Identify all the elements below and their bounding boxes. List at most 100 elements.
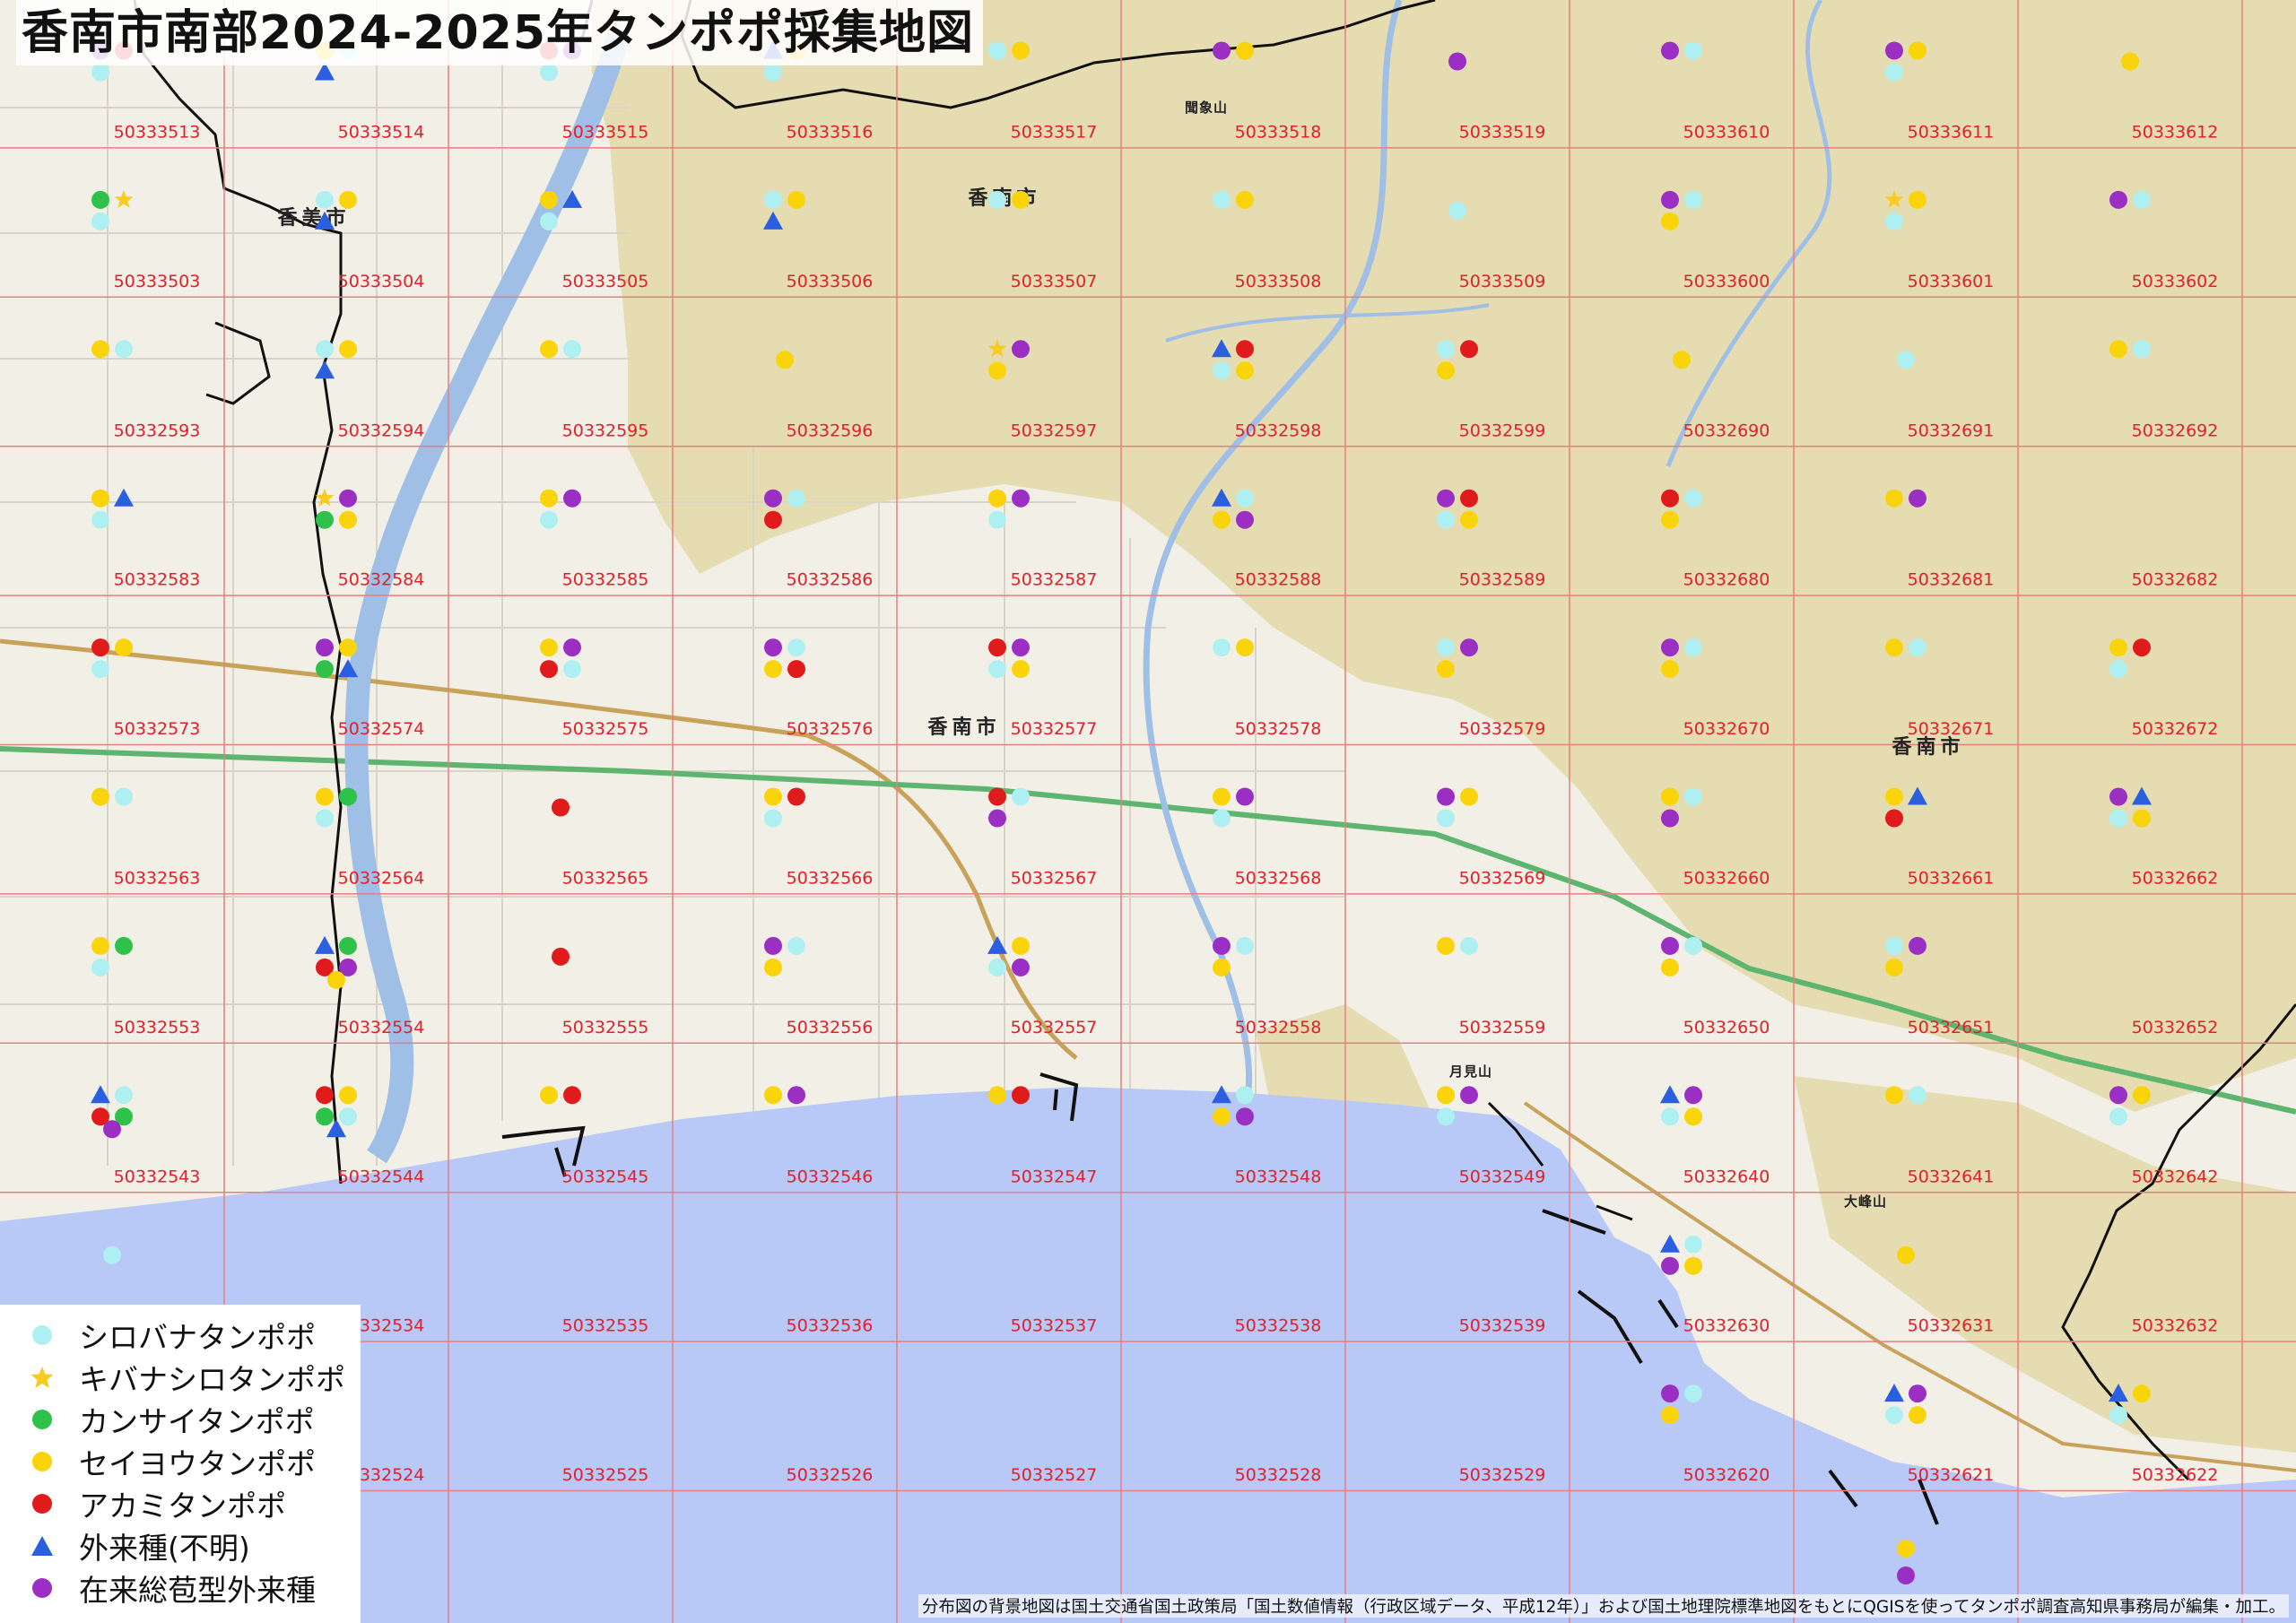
shirobana-marker: [91, 660, 109, 679]
zairai-soho-marker: [316, 638, 334, 657]
seiyou-marker: [91, 936, 109, 955]
mesh-code-label: 50332535: [562, 1316, 649, 1336]
seiyou-marker: [2121, 52, 2139, 71]
kansai-marker: [316, 1107, 334, 1126]
akami-marker: [91, 638, 109, 657]
seiyou-marker: [1460, 510, 1478, 529]
seiyou-marker: [1012, 936, 1030, 955]
seiyou-marker: [91, 787, 109, 806]
shirobana-marker: [1684, 1384, 1702, 1403]
zairai-soho-marker: [787, 1086, 805, 1105]
shirobana-marker: [1684, 41, 1702, 60]
seiyou-marker: [1661, 958, 1679, 976]
mesh-code-label: 50332596: [787, 421, 874, 440]
seiyou-marker: [2109, 638, 2127, 657]
zairai-soho-marker: [1885, 41, 1903, 60]
shirobana-marker: [115, 1086, 133, 1105]
seiyou-marker: [339, 638, 357, 657]
mesh-code-label: 50332640: [1683, 1167, 1770, 1186]
mesh-code-label: 50332578: [1235, 719, 1322, 739]
mesh-code-label: 50332621: [1908, 1465, 1995, 1485]
shirobana-marker: [1012, 787, 1030, 806]
mesh-code-label: 50332620: [1683, 1465, 1770, 1485]
green-circle-icon: [27, 1404, 57, 1435]
legend-label: セイヨウタンポポ: [79, 1446, 316, 1481]
legend-item-akami: アカミタンポポ: [27, 1484, 286, 1523]
mesh-code-label: 50332563: [114, 869, 201, 889]
mesh-code-label: 50332564: [338, 869, 425, 889]
seiyou-marker: [1684, 1107, 1702, 1126]
mesh-code-label: 50332539: [1459, 1316, 1546, 1336]
place-name: 香南市: [927, 716, 1000, 739]
shirobana-marker: [1684, 1235, 1702, 1254]
seiyou-marker: [1661, 510, 1679, 529]
shirobana-marker: [91, 63, 109, 82]
mesh-code-label: 50332548: [1235, 1167, 1322, 1186]
mesh-code-label: 50332631: [1908, 1316, 1995, 1336]
shirobana-marker: [1885, 1406, 1903, 1425]
shirobana-marker: [2109, 1107, 2127, 1126]
shirobana-marker: [1885, 63, 1903, 82]
mesh-code-label: 50332670: [1683, 719, 1770, 739]
shirobana-marker: [540, 63, 558, 82]
place-name: 大峰山: [1844, 1193, 1887, 1210]
zairai-soho-marker: [1012, 638, 1030, 657]
seiyou-marker: [1885, 489, 1903, 508]
legend: シロバナタンポポ キバナシロタンポポ カンサイタンポポ セイヨウタンポポ アカミ…: [0, 1305, 361, 1623]
mesh-code-label: 50333509: [1459, 272, 1546, 291]
seiyou-marker: [1437, 936, 1455, 955]
zairai-soho-marker: [1012, 489, 1030, 508]
mesh-code-label: 50333508: [1235, 272, 1322, 291]
zairai-soho-marker: [1448, 52, 1466, 71]
legend-label: アカミタンポポ: [79, 1488, 286, 1523]
akami-marker: [316, 1086, 334, 1105]
seiyou-marker: [1437, 1086, 1455, 1105]
seiyou-marker: [91, 489, 109, 508]
zairai-soho-marker: [1012, 958, 1030, 976]
seiyou-marker: [988, 1086, 1006, 1105]
shirobana-marker: [1909, 1086, 1926, 1105]
akami-marker: [1460, 489, 1478, 508]
mesh-code-label: 50333514: [338, 123, 425, 143]
mesh-code-label: 50332577: [1011, 719, 1098, 739]
mesh-code-label: 50332692: [2132, 421, 2219, 440]
shirobana-marker: [563, 340, 581, 359]
legend-item-kansai: カンサイタンポポ: [27, 1400, 315, 1439]
shirobana-marker: [787, 638, 805, 657]
mesh-code-label: 50332691: [1908, 421, 1995, 440]
mesh-code-label: 50332568: [1235, 869, 1322, 889]
seiyou-marker: [1012, 660, 1030, 679]
seiyou-marker: [540, 190, 558, 209]
seiyou-marker: [988, 361, 1006, 380]
seiyou-marker: [540, 340, 558, 359]
seiyou-marker: [1012, 190, 1030, 209]
mesh-code-label: 50333503: [114, 272, 201, 291]
akami-marker: [1236, 340, 1254, 359]
shirobana-marker: [1213, 190, 1231, 209]
mesh-code-label: 50332661: [1908, 869, 1995, 889]
mesh-code-label: 50332569: [1459, 869, 1546, 889]
mesh-code-label: 50332599: [1459, 421, 1546, 440]
mesh-code-label: 50332547: [1011, 1167, 1098, 1186]
shirobana-marker: [988, 41, 1006, 60]
mesh-code-label: 50333518: [1235, 123, 1322, 143]
akami-marker: [1661, 489, 1679, 508]
mesh-code-label: 50333519: [1459, 123, 1546, 143]
light-blue-circle-icon: [27, 1320, 57, 1350]
seiyou-marker: [1885, 958, 1903, 976]
seiyou-marker: [327, 970, 345, 989]
zairai-soho-marker: [1661, 638, 1679, 657]
mesh-code-label: 50332595: [562, 421, 649, 440]
akami-marker: [2133, 638, 2151, 657]
shirobana-marker: [2133, 340, 2151, 359]
shirobana-marker: [1885, 936, 1903, 955]
seiyou-marker: [1684, 1256, 1702, 1275]
seiyou-marker: [1213, 510, 1231, 529]
mesh-code-label: 50332553: [114, 1018, 201, 1037]
legend-label: 外来種(不明): [79, 1531, 250, 1566]
mesh-code-label: 50332565: [562, 869, 649, 889]
seiyou-marker: [1885, 1086, 1903, 1105]
seiyou-marker: [1909, 1406, 1926, 1425]
mesh-code-label: 50332672: [2132, 719, 2219, 739]
legend-item-kibanashiro: キバナシロタンポポ: [27, 1358, 345, 1397]
